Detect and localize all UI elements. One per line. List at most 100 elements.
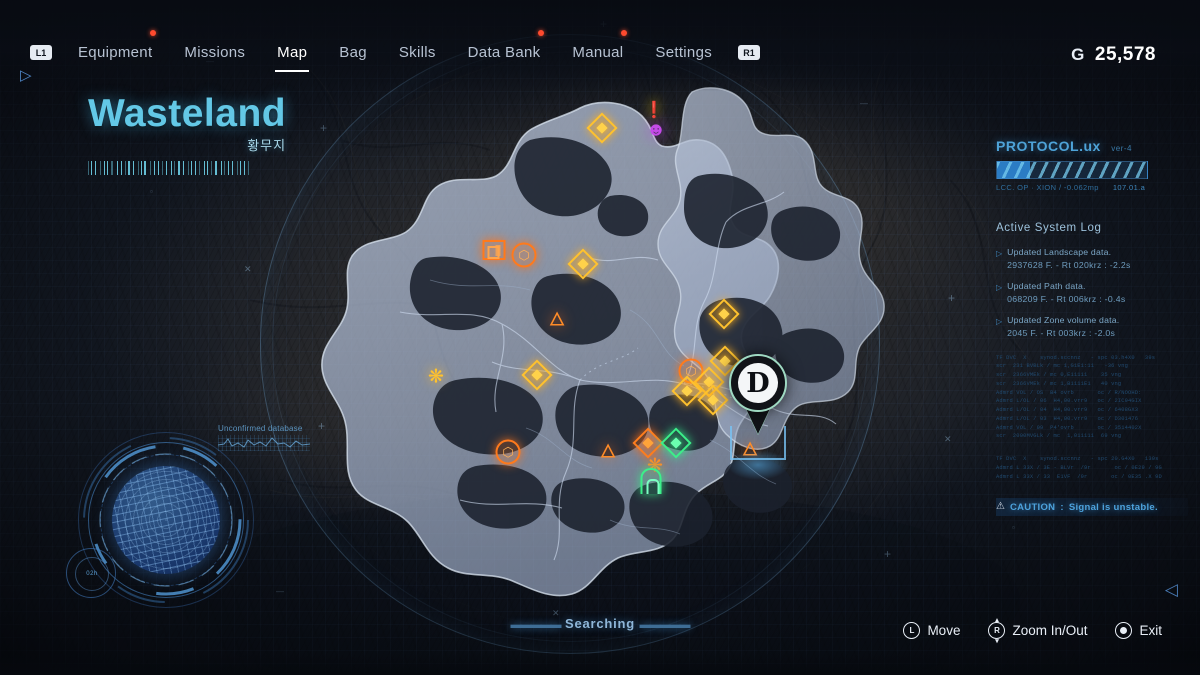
barcode-gap [242,161,243,175]
barcode-gap [135,161,137,175]
barcode-bar [111,161,114,175]
left-bumper-badge[interactable]: L1 [30,45,52,60]
marker-flame-icon: 🜂 [599,441,617,463]
barcode-gap [97,161,98,175]
barcode-bar [232,161,234,175]
signal-waveform [218,435,310,451]
log-entry-title: Updated Path data. [1007,281,1086,292]
map-screen: ☻❗⬡🜂❋⬡⬡🜂🜂❋ D L1EquipmentMissionsMapBagSk… [0,0,1200,675]
status-searching-text: Searching [564,616,636,631]
barcode-gap [246,161,247,175]
barcode-bar [207,161,209,175]
map-marker-outpost[interactable]: ⬡ [511,242,537,268]
barcode-gap [101,161,103,175]
caution-label: CAUTION [1009,501,1056,513]
currency-amount: 25,578 [1094,44,1156,65]
barcode-bar [88,161,89,175]
marker-core [577,258,589,270]
barcode-gap [234,161,236,175]
barcode-gap [250,161,252,175]
player-location-pin[interactable]: D [727,354,789,480]
marker-core [596,122,608,134]
barcode-bar [190,161,193,175]
control-hint-exit[interactable]: Exit [1115,622,1162,639]
world-map-landmass[interactable] [280,80,940,620]
protocol-meta-left: LCC. OP · XION / -0.062mp [996,183,1099,192]
barcode-gap [168,161,170,175]
barcode-bar [224,161,226,175]
barcode-gap [151,161,153,175]
circle-button-icon [1115,622,1133,639]
tab-missions[interactable]: Missions [168,44,261,61]
log-entry-body: Updated Zone volume data. 2045 F. - Rt 00… [1007,314,1119,339]
barcode-gap [109,161,110,175]
control-hint-label: Zoom In/Out [1012,623,1088,638]
marker-circle-icon: ⬡ [495,439,521,465]
player-pin-body: D [729,354,787,412]
barcode-gap [185,161,187,175]
right-bumper-badge[interactable]: R1 [738,45,761,60]
map-marker-alert[interactable]: ❗ [644,100,664,120]
barcode-gap [181,161,182,175]
map-marker-campfire[interactable]: 🜂 [600,443,617,462]
prev-page-arrow-icon[interactable]: ▷ [20,66,32,84]
barcode-gap [201,161,203,175]
marker-core [681,385,693,397]
left-stick-icon: L [903,622,921,639]
secondary-dial[interactable]: 02h [66,548,116,598]
tab-equipment[interactable]: Equipment [62,30,168,61]
control-hint-move[interactable]: L Move [903,622,960,639]
main-tab-list: L1 Equipment Missions Map Bag Skills Data Bank… [30,30,761,72]
map-marker-gate[interactable] [640,468,662,494]
barcode-gap [93,161,94,175]
log-entry-body: Updated Landscape data. 2937628 F. - Rt 0… [1007,246,1130,271]
log-entry: ▷ Updated Zone volume data. 2045 F. - Rt 0… [996,314,1186,339]
tab-settings[interactable]: Settings [639,44,728,61]
log-entry-body: Updated Path data. 068209 F. - Rt 006krz … [1007,280,1125,305]
notification-dot-icon [538,30,545,36]
page-title-localized: 황무지 [247,138,287,153]
barcode-bar [94,161,97,175]
tab-label: Skills [398,44,436,61]
scanner-globe-widget[interactable]: 02h [66,432,254,608]
map-marker-boss[interactable]: ☻ [646,121,666,140]
barcode-bar [128,161,130,175]
status-dash-right: ▬▬▬▬▬ [639,619,690,631]
barcode-bar [170,161,172,175]
barcode-gap [114,161,115,175]
marker-gate-icon [640,468,662,494]
map-marker-merchant[interactable] [482,240,506,260]
control-hint-label: Move [927,623,961,638]
log-arrow-icon: ▷ [996,317,1003,327]
log-entry-list: ▷ Updated Landscape data. 2937628 F. - Rt … [996,246,1186,340]
tab-label: Settings [655,44,713,61]
barcode-gap [160,161,161,175]
map-marker-resource[interactable]: ❋ [428,368,444,387]
barcode-gap [147,161,148,175]
tab-manual[interactable]: Manual [556,30,639,61]
map-marker-outpost[interactable]: ⬡ [495,439,521,465]
marker-merchant-icon [482,240,506,260]
tab-bag[interactable]: Bag [323,44,383,61]
region-title-block: Wasteland 황무지 [88,94,286,175]
barcode-bar [144,161,147,175]
barcode-gap [197,161,198,175]
barcode-bar [183,161,184,175]
barcode-bar [133,161,135,175]
tab-map[interactable]: Map [261,44,323,72]
map-marker-campfire[interactable]: 🜂 [549,311,566,330]
marker-creature-icon: ☻ [646,119,666,141]
next-page-arrow-icon[interactable]: ◁ [1165,580,1178,600]
notification-dot-icon [621,30,628,36]
globe-mesh-rings [112,466,220,574]
protocol-title: PROTOCOL.ux [996,138,1101,154]
top-navigation-bar: L1 Equipment Missions Map Bag Skills Data Bank… [0,0,1200,92]
notification-dot-icon [150,30,157,36]
tab-data-bank[interactable]: Data Bank [452,30,557,61]
tab-skills[interactable]: Skills [383,44,452,61]
log-entry-detail: 2937628 F. - Rt 020krz : -2.2s [1007,259,1131,270]
barcode-gap [213,161,214,175]
log-entry-title: Updated Zone volume data. [1007,315,1120,326]
protocol-header: PROTOCOL.ux ver-4 [996,138,1186,156]
control-hint-zoom-in-out[interactable]: R Zoom In/Out [988,622,1087,639]
